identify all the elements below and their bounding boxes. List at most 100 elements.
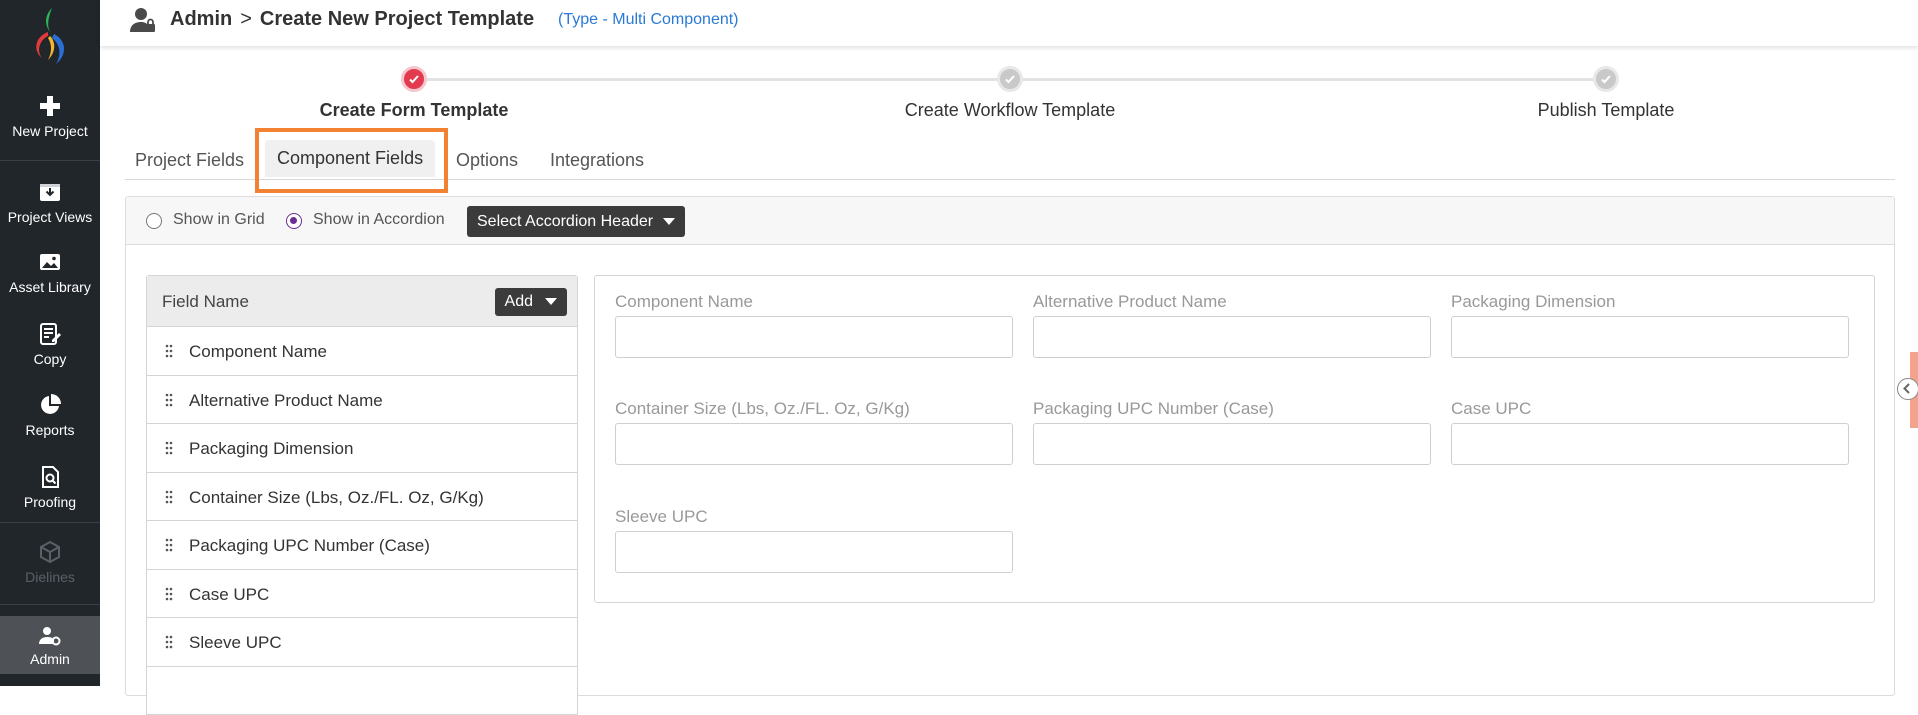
field-list-item[interactable]: Alternative Product Name <box>147 376 577 424</box>
preview-label: Case UPC <box>1451 399 1532 418</box>
box-icon <box>40 540 60 564</box>
tab-project-fields[interactable]: Project Fields <box>135 150 244 171</box>
check-icon <box>409 75 419 84</box>
preview-label: Packaging Dimension <box>1451 292 1616 311</box>
container-size-input[interactable] <box>615 423 1013 465</box>
field-list-item[interactable]: Component Name <box>147 327 577 376</box>
sidebar-item-label: Admin <box>30 651 70 667</box>
display-options-bar: Show in Grid Show in Accordion Select Ac… <box>126 197 1894 245</box>
sidebar-divider <box>0 160 100 161</box>
check-icon <box>1601 75 1611 84</box>
field-list-item[interactable]: Packaging UPC Number (Case) <box>147 521 577 570</box>
sidebar-item-label: Dielines <box>25 569 75 585</box>
user-gear-icon <box>39 627 61 646</box>
collapse-chevron-icon[interactable] <box>1897 378 1918 400</box>
drag-handle-icon[interactable] <box>165 441 173 455</box>
field-list-item[interactable]: Case UPC <box>147 570 577 618</box>
step-1-indicator[interactable] <box>401 66 427 92</box>
admin-user-icon <box>130 8 155 32</box>
sidebar-item-label: Reports <box>25 422 75 438</box>
field-list-item-label: Alternative Product Name <box>189 390 383 410</box>
breadcrumb-admin[interactable]: Admin <box>170 8 232 30</box>
sidebar-item-label: Asset Library <box>9 279 91 295</box>
step-3-label[interactable]: Publish Template <box>1538 100 1675 121</box>
check-icon <box>1005 75 1015 84</box>
image-icon <box>40 254 60 270</box>
sidebar: New Project Project Views Asset Library … <box>0 0 100 686</box>
field-list-item-label: Case UPC <box>189 584 270 604</box>
packaging-dimension-input[interactable] <box>1451 316 1849 358</box>
template-type-label: (Type - Multi Component) <box>558 11 739 28</box>
breadcrumb: Admin > Create New Project Template <box>170 8 534 31</box>
tab-highlight-box <box>255 128 448 193</box>
select-accordion-header-label: Select Accordion Header <box>477 213 654 230</box>
sidebar-item-admin[interactable]: Admin <box>0 616 100 674</box>
form-preview: Component Name Alternative Product Name … <box>594 275 1875 603</box>
show-in-accordion-label[interactable]: Show in Accordion <box>313 211 445 229</box>
field-list-item-label: Container Size (Lbs, Oz./FL. Oz, G/Kg) <box>189 487 484 507</box>
chevron-left-icon <box>1903 383 1910 394</box>
plus-icon <box>40 96 60 116</box>
select-accordion-header-button[interactable]: Select Accordion Header <box>467 206 686 237</box>
field-list-item-label: Packaging Dimension <box>189 439 354 458</box>
sidebar-divider <box>0 604 100 605</box>
drag-handle-icon[interactable] <box>165 635 173 649</box>
sidebar-item-reports[interactable]: Reports <box>0 393 100 438</box>
sidebar-item-project-views[interactable]: Project Views <box>0 180 100 225</box>
sidebar-item-proofing[interactable]: Proofing <box>0 465 100 510</box>
edit-document-icon <box>40 323 61 345</box>
field-name-heading: Field Name <box>162 292 249 311</box>
drag-handle-icon[interactable] <box>165 587 173 601</box>
sidebar-item-dielines: Dielines <box>0 540 100 585</box>
pie-chart-icon <box>41 394 61 414</box>
field-list-header: Field Name Add <box>147 276 577 327</box>
drag-handle-icon[interactable] <box>165 490 173 504</box>
sidebar-item-new-project[interactable]: New Project <box>0 94 100 139</box>
step-3-indicator[interactable] <box>1593 66 1619 92</box>
component-fields-panel: Show in Grid Show in Accordion Select Ac… <box>125 196 1895 715</box>
step-2-indicator[interactable] <box>997 66 1023 92</box>
tab-options[interactable]: Options <box>456 150 518 171</box>
show-in-accordion-radio[interactable] <box>286 213 302 229</box>
show-in-grid-radio[interactable] <box>146 213 162 229</box>
field-list-item[interactable]: Packaging Dimension <box>147 424 577 473</box>
app-logo[interactable] <box>26 6 74 70</box>
sidebar-item-label: Proofing <box>23 494 77 510</box>
download-box-icon <box>40 184 60 201</box>
drag-handle-icon[interactable] <box>165 393 173 407</box>
field-list: Field Name Add Component Name Alternative… <box>146 275 578 715</box>
alternative-product-name-input[interactable] <box>1033 316 1431 358</box>
preview-label: Component Name <box>615 292 753 311</box>
sidebar-item-label: Project Views <box>7 209 93 225</box>
tab-integrations[interactable]: Integrations <box>550 150 644 171</box>
field-list-item[interactable]: Container Size (Lbs, Oz./FL. Oz, G/Kg) <box>147 473 577 521</box>
caret-down-icon <box>545 298 557 306</box>
step-2-label[interactable]: Create Workflow Template <box>905 100 1115 121</box>
component-name-input[interactable] <box>615 316 1013 358</box>
sidebar-item-label: New Project <box>12 123 88 139</box>
sidebar-item-asset-library[interactable]: Asset Library <box>0 250 100 295</box>
field-list-item-label: Packaging UPC Number (Case) <box>189 536 430 555</box>
add-button-label: Add <box>504 293 533 310</box>
preview-label: Sleeve UPC <box>615 507 708 526</box>
sidebar-item-copy[interactable]: Copy <box>0 322 100 367</box>
step-1-label[interactable]: Create Form Template <box>320 100 509 121</box>
drag-handle-icon[interactable] <box>165 538 173 552</box>
breadcrumb-separator: > <box>240 8 252 30</box>
page-title: Create New Project Template <box>259 8 535 30</box>
packaging-upc-number-input[interactable] <box>1033 423 1431 465</box>
case-upc-input[interactable] <box>1451 423 1849 465</box>
preview-label: Alternative Product Name <box>1033 292 1227 311</box>
field-list-item-label: Sleeve UPC <box>189 633 282 652</box>
field-list-item[interactable]: Sleeve UPC <box>147 618 577 667</box>
caret-down-icon <box>663 218 676 226</box>
field-list-item-label: Component Name <box>189 342 327 361</box>
sleeve-upc-input[interactable] <box>615 531 1013 573</box>
sidebar-item-label: Copy <box>33 351 67 367</box>
sidebar-divider <box>0 522 100 523</box>
show-in-grid-label[interactable]: Show in Grid <box>173 211 265 229</box>
preview-label: Container Size (Lbs, Oz./FL. Oz, G/Kg) <box>615 399 910 418</box>
add-field-button[interactable]: Add <box>494 288 567 316</box>
preview-label: Packaging UPC Number (Case) <box>1033 399 1274 418</box>
drag-handle-icon[interactable] <box>165 344 173 358</box>
